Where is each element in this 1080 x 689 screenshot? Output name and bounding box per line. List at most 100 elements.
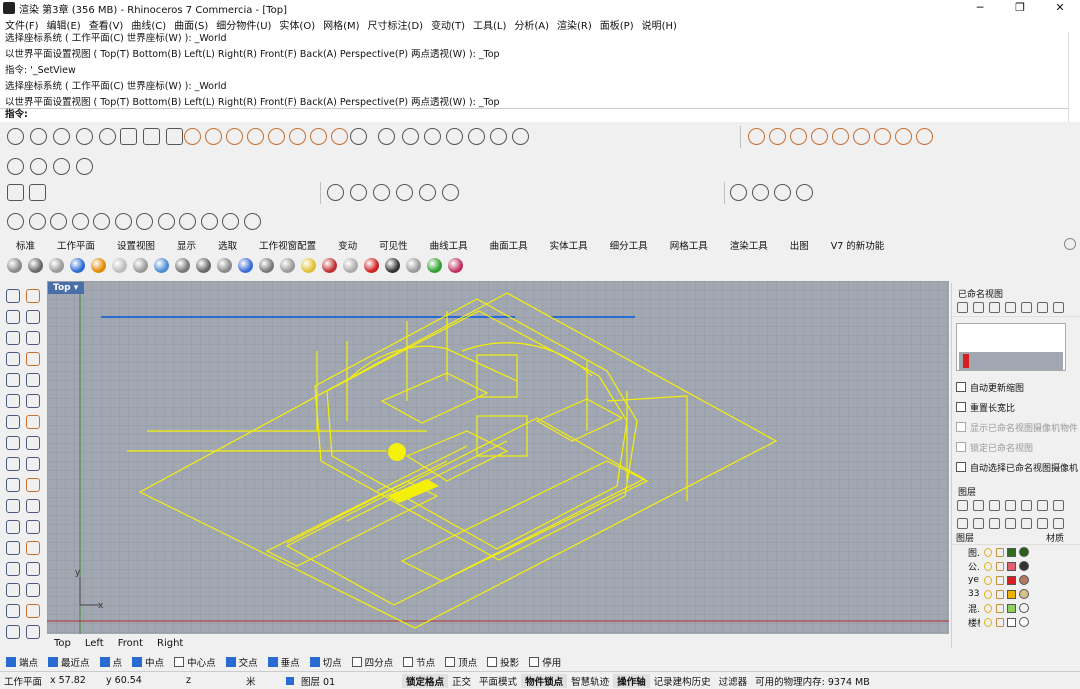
menu-item[interactable]: 查看(V) (89, 17, 124, 32)
palette-tool-icon[interactable] (6, 331, 20, 345)
status-toggle[interactable]: 记录建构历史 (650, 674, 715, 688)
toolbar-tab[interactable]: 变动 (338, 238, 357, 252)
toolbar-tab[interactable]: V7 的新功能 (831, 238, 885, 252)
osnap-checkbox[interactable] (351, 657, 362, 667)
palette-tool-icon[interactable] (26, 604, 40, 618)
display-mode-icon[interactable] (427, 258, 442, 273)
palette-tool-icon[interactable] (6, 352, 20, 366)
menu-item[interactable]: 文件(F) (5, 17, 39, 32)
palette-tool-icon[interactable] (6, 562, 20, 576)
toolbar-tool-icon[interactable] (442, 184, 459, 201)
material-swatch[interactable] (1019, 617, 1029, 627)
toolbar-tab[interactable]: 出图 (790, 238, 809, 252)
status-toggle[interactable]: 平面模式 (475, 674, 521, 688)
toolbar-tool-icon[interactable] (7, 184, 24, 201)
status-units[interactable]: 米 (242, 674, 282, 688)
minimize-button[interactable]: ─ (960, 0, 1000, 16)
lightbulb-icon[interactable] (984, 603, 992, 613)
gear-icon[interactable] (1064, 238, 1076, 250)
status-cplane[interactable]: 工作平面 (0, 674, 46, 688)
toolbar-tool-icon[interactable] (136, 213, 153, 230)
display-mode-icon[interactable] (28, 258, 43, 273)
palette-tool-icon[interactable] (6, 394, 20, 408)
palette-tool-icon[interactable] (6, 478, 20, 492)
toolbar-tool-icon[interactable] (184, 128, 201, 145)
named-view-option[interactable]: 显示已命名视图摄像机物件 (952, 417, 1080, 437)
lightbulb-icon[interactable] (984, 575, 992, 585)
display-mode-icon[interactable] (91, 258, 106, 273)
toolbar-tool-icon[interactable] (350, 184, 367, 201)
osnap-toggle[interactable]: 端点 (6, 655, 38, 669)
display-mode-icon[interactable] (49, 258, 64, 273)
osnap-checkbox[interactable] (174, 657, 185, 667)
display-mode-icon[interactable] (259, 258, 274, 273)
toolbar-tool-icon[interactable] (179, 213, 196, 230)
osnap-checkbox[interactable] (445, 657, 456, 667)
display-mode-icon[interactable] (196, 258, 211, 273)
toolbar-tool-icon[interactable] (7, 128, 24, 145)
menu-item[interactable]: 工具(L) (473, 17, 506, 32)
layer-row[interactable]: 混... (952, 601, 1080, 615)
menu-item[interactable]: 面板(P) (600, 17, 634, 32)
menu-item[interactable]: 网格(M) (323, 17, 359, 32)
toolbar-tool-icon[interactable] (512, 128, 529, 145)
toolbar-tool-icon[interactable] (402, 128, 419, 145)
osnap-toggle[interactable]: 投影 (487, 655, 519, 669)
command-prompt[interactable]: 指令: (0, 108, 1068, 122)
command-history-scrollbar[interactable] (1068, 32, 1080, 122)
panel-tool-icon[interactable] (989, 518, 1000, 529)
display-mode-icon[interactable] (70, 258, 85, 273)
menu-item[interactable]: 说明(H) (642, 17, 677, 32)
panel-tool-icon[interactable] (1053, 500, 1064, 511)
panel-tool-icon[interactable] (957, 518, 968, 529)
layer-color-swatch[interactable] (1007, 617, 1016, 627)
display-mode-icon[interactable] (217, 258, 232, 273)
toolbar-tool-icon[interactable] (222, 213, 239, 230)
toolbar-tool-icon[interactable] (468, 128, 485, 145)
toolbar-tab[interactable]: 工作视窗配置 (259, 238, 316, 252)
panel-tool-icon[interactable] (957, 500, 968, 511)
panel-tool-icon[interactable] (1005, 500, 1016, 511)
checkbox[interactable] (956, 402, 966, 412)
material-swatch[interactable] (1019, 575, 1029, 585)
panel-tool-icon[interactable] (973, 302, 984, 313)
panel-tool-icon[interactable] (1021, 500, 1032, 511)
material-swatch[interactable] (1019, 547, 1029, 557)
osnap-checkbox[interactable] (225, 657, 236, 667)
osnap-checkbox[interactable] (309, 657, 320, 667)
palette-tool-icon[interactable] (26, 478, 40, 492)
toolbar-tab[interactable]: 可见性 (379, 238, 408, 252)
toolbar-tool-icon[interactable] (446, 128, 463, 145)
display-mode-icon[interactable] (175, 258, 190, 273)
palette-tool-icon[interactable] (26, 310, 40, 324)
toolbar-tool-icon[interactable] (205, 128, 222, 145)
toolbar-tab[interactable]: 网格工具 (670, 238, 708, 252)
menu-item[interactable]: 细分物件(U) (216, 17, 271, 32)
toolbar-tool-icon[interactable] (895, 128, 912, 145)
panel-tool-icon[interactable] (1005, 518, 1016, 529)
viewport-tab[interactable]: Right (157, 638, 183, 649)
palette-tool-icon[interactable] (26, 583, 40, 597)
top-viewport[interactable]: y x (47, 281, 949, 634)
toolbar-tool-icon[interactable] (7, 158, 24, 175)
toolbar-tool-icon[interactable] (247, 128, 264, 145)
toolbar-tool-icon[interactable] (419, 184, 436, 201)
panel-tool-icon[interactable] (1005, 302, 1016, 313)
lightbulb-icon[interactable] (984, 547, 992, 557)
lightbulb-icon[interactable] (984, 561, 992, 571)
lightbulb-icon[interactable] (984, 589, 992, 599)
layer-color-swatch[interactable] (1007, 603, 1016, 613)
toolbar-tool-icon[interactable] (29, 184, 46, 201)
lock-icon[interactable] (996, 561, 1004, 571)
toolbar-tool-icon[interactable] (53, 128, 70, 145)
menu-item[interactable]: 曲面(S) (174, 17, 208, 32)
palette-tool-icon[interactable] (6, 310, 20, 324)
toolbar-tool-icon[interactable] (93, 213, 110, 230)
palette-tool-icon[interactable] (6, 499, 20, 513)
toolbar-tool-icon[interactable] (853, 128, 870, 145)
toolbar-tool-icon[interactable] (774, 184, 791, 201)
menu-item[interactable]: 渲染(R) (557, 17, 592, 32)
named-view-option[interactable]: 自动选择已命名视图摄像机 (952, 457, 1080, 477)
toolbar-tool-icon[interactable] (53, 158, 70, 175)
palette-tool-icon[interactable] (26, 457, 40, 471)
